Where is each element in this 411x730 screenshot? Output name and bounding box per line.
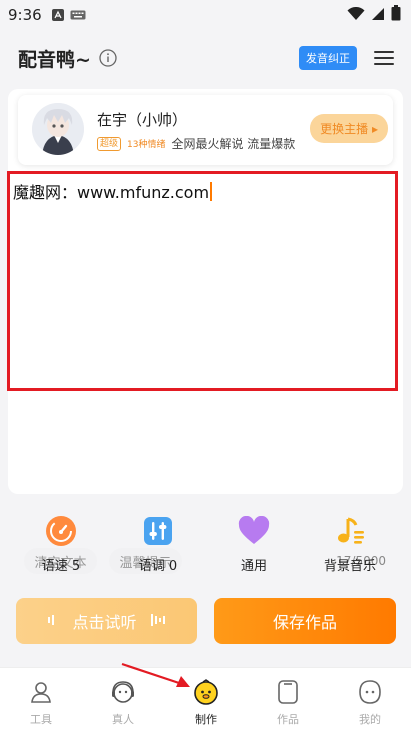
emotion-badge: 13种情绪 <box>127 140 166 150</box>
status-system-icons <box>347 5 401 25</box>
style-control[interactable]: 通用 <box>209 515 299 574</box>
anchor-card[interactable]: 在宇（小帅） 超级 13种情绪 全网最火解说 流量爆款 更换主播 ▸ <box>18 95 393 165</box>
keyboard-icon <box>70 6 86 25</box>
wifi-icon <box>347 6 365 25</box>
speedometer-icon <box>16 515 106 547</box>
equalizer-icon <box>113 515 203 547</box>
change-anchor-button[interactable]: 更换主播 ▸ <box>310 114 388 143</box>
speed-label: 语速 5 <box>41 559 81 574</box>
editor-text-value: 魔趣网：www.mfunz.com <box>13 183 210 202</box>
preview-button[interactable]: 点击试听 <box>16 598 197 644</box>
nav-works[interactable]: 作品 <box>258 678 318 727</box>
bgm-control[interactable]: 背景音乐 <box>305 515 395 574</box>
sound-wave-right-icon <box>149 612 167 631</box>
anchor-meta: 超级 13种情绪 全网最火解说 流量爆款 <box>97 135 295 152</box>
annotation-arrow-icon <box>121 662 190 687</box>
nav-mine-label: 我的 <box>359 713 381 726</box>
preview-label: 点击试听 <box>72 613 137 632</box>
person-icon <box>11 678 71 706</box>
profile-face-icon <box>340 678 400 706</box>
nav-tools-label: 工具 <box>30 713 52 726</box>
text-cursor <box>210 182 213 201</box>
nav-human-label: 真人 <box>112 713 134 726</box>
voice-controls: 语速 5 语调 0 通用 背景音乐 <box>0 515 411 575</box>
status-notifications <box>51 6 86 25</box>
status-bar: 9:36 <box>0 0 411 30</box>
editor-text: 魔趣网：www.mfunz.com <box>13 179 213 203</box>
text-editor[interactable]: 魔趣网：www.mfunz.com <box>7 171 398 391</box>
play-triangle-icon: ▸ <box>371 122 378 136</box>
app-header: 配音鸭~ 发音纠正 <box>0 30 411 86</box>
heart-icon <box>209 515 299 547</box>
level-badge: 超级 <box>97 136 122 151</box>
works-icon <box>258 678 318 706</box>
pitch-label: 语调 0 <box>138 559 178 574</box>
page-title: 配音鸭~ <box>18 48 91 71</box>
battery-icon <box>391 5 401 25</box>
anchor-name: 在宇（小帅） <box>97 111 188 129</box>
nav-tools[interactable]: 工具 <box>11 678 71 727</box>
status-time: 9:36 <box>8 6 42 24</box>
nav-works-label: 作品 <box>277 713 299 726</box>
bottom-nav: 工具 真人 制作 作品 我的 <box>0 667 411 730</box>
pronunciation-fix-button[interactable]: 发音纠正 <box>299 46 357 70</box>
sound-wave-left-icon <box>46 612 60 631</box>
anchor-avatar <box>32 103 84 155</box>
music-note-icon <box>305 515 395 547</box>
notification-a-icon <box>51 6 64 25</box>
nav-make-label: 制作 <box>195 713 217 726</box>
change-anchor-label: 更换主播 <box>320 122 369 136</box>
pitch-control[interactable]: 语调 0 <box>113 515 203 574</box>
signal-icon <box>371 6 385 25</box>
bgm-label: 背景音乐 <box>323 559 376 574</box>
menu-icon[interactable] <box>373 49 395 67</box>
save-work-button[interactable]: 保存作品 <box>214 598 396 644</box>
style-label: 通用 <box>240 559 267 574</box>
speed-control[interactable]: 语速 5 <box>16 515 106 574</box>
anchor-description: 全网最火解说 流量爆款 <box>171 137 296 151</box>
nav-mine[interactable]: 我的 <box>340 678 400 727</box>
info-icon[interactable] <box>99 49 117 67</box>
